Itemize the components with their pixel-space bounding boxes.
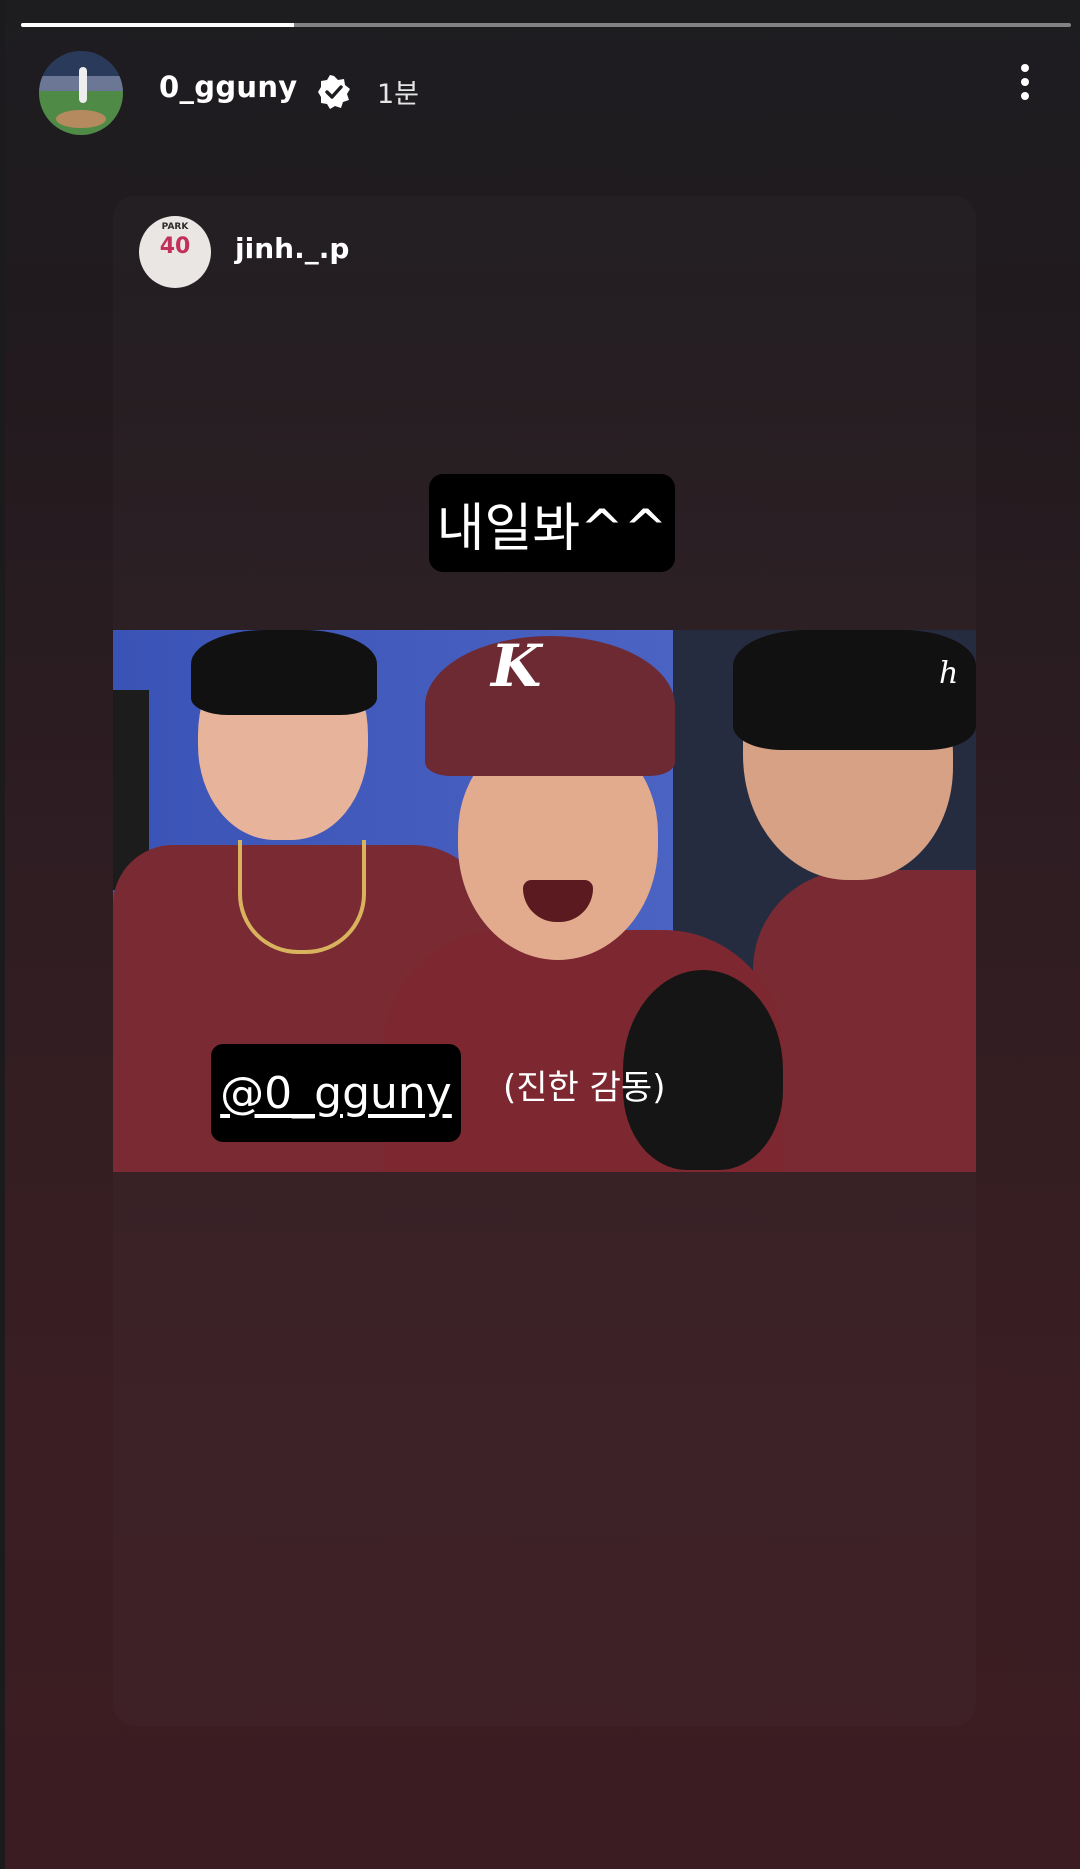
story-header: 0_gguny 1분 [5, 48, 1080, 135]
verified-badge-icon [318, 75, 350, 109]
mention-sticker[interactable]: @0_gguny [211, 1044, 461, 1142]
text-sticker: 내일봐^^ [429, 474, 675, 572]
story-viewer: 0_gguny 1분 PARK 40 jinh._.p 내일봐^^ K h @0… [5, 0, 1080, 1869]
story-timestamp: 1분 [377, 79, 420, 110]
story-username[interactable]: 0_gguny [159, 70, 298, 104]
more-vertical-icon[interactable] [1010, 58, 1040, 108]
mention-sticker-label: @0_gguny [220, 1067, 452, 1119]
shared-post-avatar[interactable]: PARK 40 [139, 216, 211, 288]
avatar[interactable] [39, 51, 123, 135]
shared-photo: K h @0_gguny (진한 감동) [113, 630, 976, 1172]
avatar-jersey-name: PARK [161, 222, 189, 232]
shared-post-username[interactable]: jinh._.p [235, 232, 349, 265]
photo-caption: (진한 감동) [503, 1068, 666, 1108]
photo-watermark: h [939, 656, 959, 691]
story-progress-fill [21, 23, 294, 27]
story-progress-bar [21, 23, 1071, 27]
avatar-jersey-number: 40 [159, 234, 191, 259]
shared-post-card[interactable]: PARK 40 jinh._.p 내일봐^^ K h @0_gguny (진한 … [113, 196, 976, 1726]
